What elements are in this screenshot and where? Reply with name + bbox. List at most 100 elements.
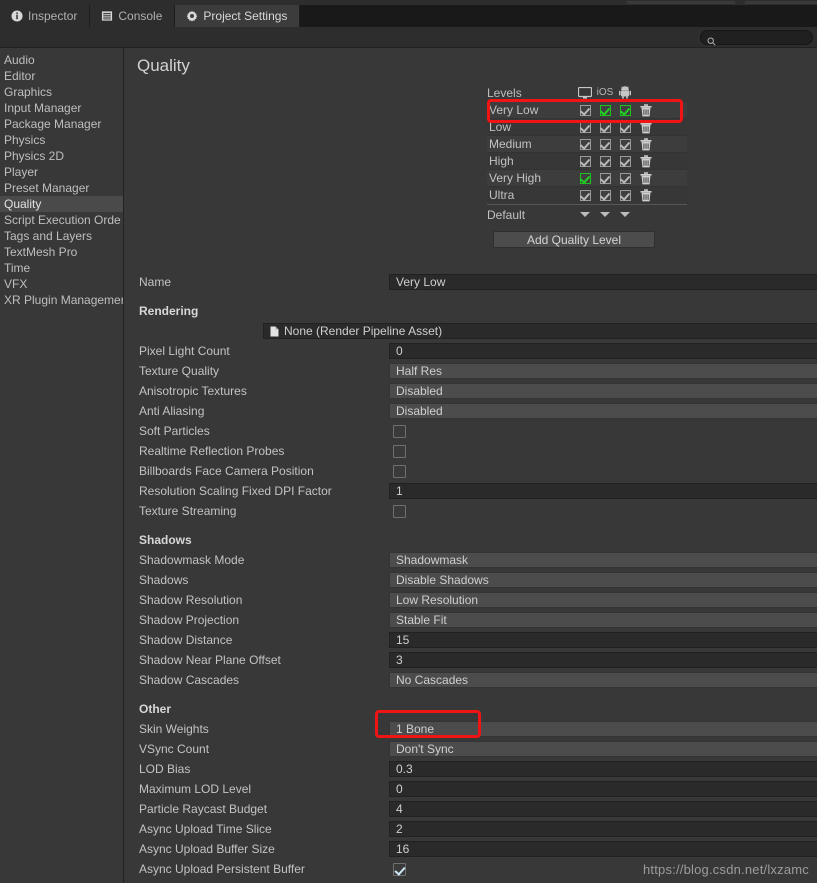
checkbox-realtime-reflection-probes[interactable] [393, 445, 406, 458]
levels-row-medium[interactable]: Medium [487, 135, 687, 152]
levels-checkbox-ios[interactable] [600, 173, 611, 184]
search-input[interactable] [720, 32, 817, 43]
property-label-maximum-lod-level: Maximum LOD Level [125, 782, 385, 796]
tab-inspector[interactable]: Inspector [0, 5, 90, 27]
trash-icon[interactable] [640, 138, 652, 151]
levels-row-name: Ultra [487, 188, 575, 202]
property-label-pixel-light-count: Pixel Light Count [125, 344, 385, 358]
property-field-shadow-distance[interactable]: 15 [389, 632, 817, 648]
property-field-billboards-face-camera-position [389, 463, 817, 479]
property-field-shadow-near-plane-offset[interactable]: 3 [389, 652, 817, 668]
sidebar-item-tags-and-layers[interactable]: Tags and Layers [0, 228, 123, 244]
toolbar [0, 27, 817, 48]
default-standalone-dropdown[interactable] [580, 212, 590, 217]
checkbox-texture-streaming[interactable] [393, 505, 406, 518]
sidebar-item-script-execution-orde[interactable]: Script Execution Orde [0, 212, 123, 228]
levels-checkbox-ios[interactable] [600, 139, 611, 150]
property-field-lod-bias[interactable]: 0.3 [389, 761, 817, 777]
checkbox-soft-particles[interactable] [393, 425, 406, 438]
property-field-vsync-count[interactable]: Don't Sync [389, 741, 817, 757]
property-label-shadowmask-mode: Shadowmask Mode [125, 553, 385, 567]
levels-checkbox-ios[interactable] [600, 122, 611, 133]
sidebar-item-time[interactable]: Time [0, 260, 123, 276]
property-field-skin-weights[interactable]: 1 Bone [389, 721, 817, 737]
property-label-shadow-resolution: Shadow Resolution [125, 593, 385, 607]
levels-row-very-high[interactable]: Very High [487, 169, 687, 186]
property-row-shadow-projection: Shadow ProjectionStable Fit [125, 610, 817, 630]
levels-checkbox-standalone[interactable] [580, 156, 591, 167]
trash-icon[interactable] [640, 104, 652, 117]
levels-checkbox-android[interactable] [620, 190, 631, 201]
sidebar-item-physics[interactable]: Physics [0, 132, 123, 148]
property-field-texture-quality[interactable]: Half Res [389, 363, 817, 379]
sidebar-item-editor[interactable]: Editor [0, 68, 123, 84]
property-field-shadowmask-mode[interactable]: Shadowmask [389, 552, 817, 568]
property-field-shadow-projection[interactable]: Stable Fit [389, 612, 817, 628]
levels-checkbox-standalone[interactable] [580, 139, 591, 150]
property-field-pixel-light-count[interactable]: 0 [389, 343, 817, 359]
checkbox-async-upload-persistent-buffer[interactable] [393, 863, 406, 876]
levels-checkbox-android[interactable] [620, 139, 631, 150]
property-label-realtime-reflection-probes: Realtime Reflection Probes [125, 444, 385, 458]
levels-rows: Very LowLowMediumHigh Very High Ultra [487, 101, 687, 203]
property-label-lod-bias: LOD Bias [125, 762, 385, 776]
sidebar-item-physics-2d[interactable]: Physics 2D [0, 148, 123, 164]
sidebar-item-audio[interactable]: Audio [0, 52, 123, 68]
sidebar-item-graphics[interactable]: Graphics [0, 84, 123, 100]
tab-project-settings[interactable]: Project Settings [175, 5, 300, 27]
levels-row-name: Very High [487, 171, 575, 185]
property-field-async-upload-time-slice[interactable]: 2 [389, 821, 817, 837]
render-pipeline-asset-field[interactable]: None (Render Pipeline Asset) [263, 323, 817, 339]
levels-checkbox-standalone[interactable] [580, 190, 591, 201]
trash-icon[interactable] [640, 155, 652, 168]
sidebar-item-input-manager[interactable]: Input Manager [0, 100, 123, 116]
levels-checkbox-standalone[interactable] [580, 173, 591, 184]
levels-checkbox-ios[interactable] [600, 105, 611, 116]
property-field-resolution-scaling-fixed-dpi-factor[interactable]: 1 [389, 483, 817, 499]
levels-checkbox-ios[interactable] [600, 156, 611, 167]
sidebar-item-preset-manager[interactable]: Preset Manager [0, 180, 123, 196]
levels-checkbox-android[interactable] [620, 156, 631, 167]
property-field-shadows[interactable]: Disable Shadows [389, 572, 817, 588]
sidebar-item-quality[interactable]: Quality [0, 196, 123, 212]
checkbox-billboards-face-camera-position[interactable] [393, 465, 406, 478]
property-field-maximum-lod-level[interactable]: 0 [389, 781, 817, 797]
search-box[interactable] [700, 30, 813, 45]
trash-icon[interactable] [640, 121, 652, 134]
property-field-shadow-cascades[interactable]: No Cascades [389, 672, 817, 688]
levels-checkbox-ios[interactable] [600, 190, 611, 201]
property-field-async-upload-buffer-size[interactable]: 16 [389, 841, 817, 857]
sidebar-item-xr-plugin-managemer[interactable]: XR Plugin Managemer [0, 292, 123, 308]
sidebar-item-package-manager[interactable]: Package Manager [0, 116, 123, 132]
levels-checkbox-android[interactable] [620, 105, 631, 116]
trash-icon[interactable] [640, 189, 652, 202]
property-field-anisotropic-textures[interactable]: Disabled [389, 383, 817, 399]
sidebar-item-textmesh-pro[interactable]: TextMesh Pro [0, 244, 123, 260]
levels-checkbox-android[interactable] [620, 173, 631, 184]
property-row-anti-aliasing: Anti AliasingDisabled [125, 401, 817, 421]
levels-checkbox-standalone[interactable] [580, 122, 591, 133]
trash-icon[interactable] [640, 172, 652, 185]
sidebar-item-player[interactable]: Player [0, 164, 123, 180]
settings-sidebar[interactable]: AudioEditorGraphicsInput ManagerPackage … [0, 48, 124, 883]
property-field-anti-aliasing[interactable]: Disabled [389, 403, 817, 419]
name-field[interactable]: Very Low [389, 274, 817, 290]
tab-bar: Inspector Console Project Settings [0, 5, 817, 27]
add-quality-level-button[interactable]: Add Quality Level [493, 231, 655, 248]
tab-project-settings-label: Project Settings [203, 9, 287, 23]
levels-row-high[interactable]: High [487, 152, 687, 169]
levels-checkbox-standalone[interactable] [580, 105, 591, 116]
tab-console[interactable]: Console [90, 5, 175, 27]
levels-row-very-low[interactable]: Very Low [487, 101, 687, 118]
default-android-dropdown[interactable] [620, 212, 630, 217]
property-row-render-pipeline-asset: None (Render Pipeline Asset) [125, 321, 817, 341]
levels-row-low[interactable]: Low [487, 118, 687, 135]
levels-row-ultra[interactable]: Ultra [487, 186, 687, 203]
sidebar-item-vfx[interactable]: VFX [0, 276, 123, 292]
levels-checkbox-android[interactable] [620, 122, 631, 133]
default-ios-dropdown[interactable] [600, 212, 610, 217]
tab-inspector-label: Inspector [28, 9, 77, 23]
property-label-async-upload-buffer-size: Async Upload Buffer Size [125, 842, 385, 856]
property-field-particle-raycast-budget[interactable]: 4 [389, 801, 817, 817]
property-field-shadow-resolution[interactable]: Low Resolution [389, 592, 817, 608]
